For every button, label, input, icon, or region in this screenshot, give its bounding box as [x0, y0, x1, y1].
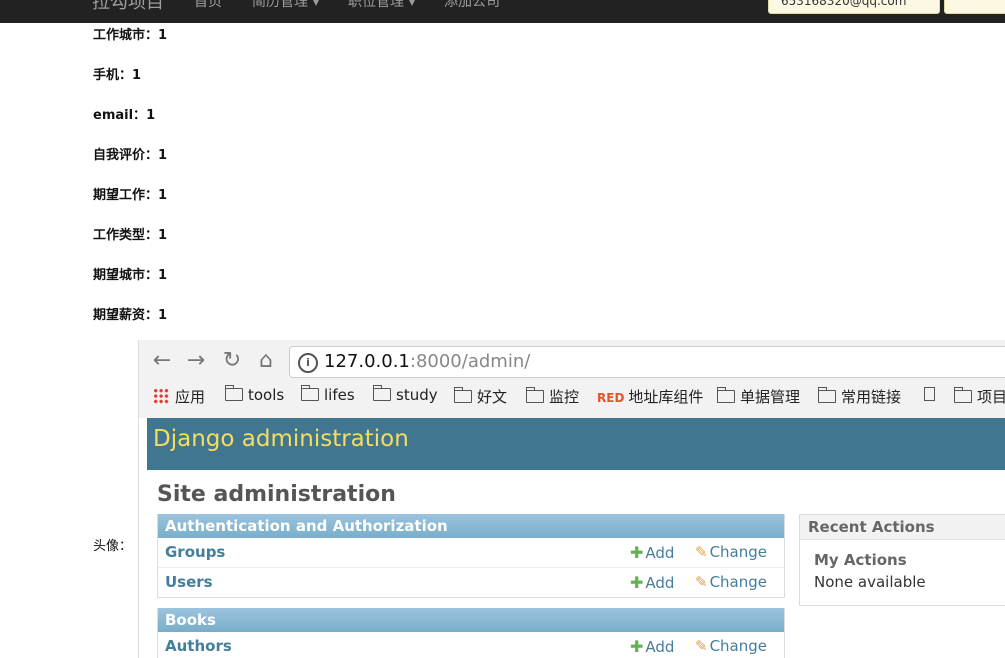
user-action-chip[interactable]	[944, 0, 1005, 14]
model-link-authors: Authors	[165, 637, 232, 655]
folder-icon	[453, 387, 472, 403]
profile-field: 期望工作：1	[93, 184, 167, 203]
bookmark-projects: 项目	[953, 386, 1005, 407]
model-link-users: Users	[165, 573, 213, 591]
nav-home[interactable]: 首页	[194, 0, 222, 11]
folder-icon	[817, 387, 836, 403]
add-link: ✚ Add	[630, 543, 675, 562]
page-icon	[924, 387, 935, 401]
bookmark-apps: 应用	[153, 386, 205, 407]
field-value: 1	[158, 188, 168, 203]
django-header: Django administration	[147, 418, 1005, 470]
address-bar: i 127.0.0.1:8000/admin/	[289, 346, 1005, 378]
folder-icon	[372, 385, 391, 401]
url-host: 127.0.0.1	[324, 351, 410, 372]
field-value: 1	[158, 148, 168, 163]
bookmark-study: study	[372, 385, 438, 404]
field-label: 期望薪资：	[93, 308, 159, 323]
nav-resume-menu[interactable]: 简历管理 ▾	[252, 0, 319, 11]
add-link: ✚ Add	[630, 573, 675, 592]
change-link: ✎ Change	[695, 637, 768, 655]
profile-field: email：1	[93, 104, 155, 123]
bookmark-links: 常用链接	[817, 386, 901, 407]
folder-icon	[953, 387, 972, 403]
module-caption: Books	[158, 608, 784, 632]
table-row: Authors ✚ Add ✎ Change	[158, 632, 784, 658]
plus-icon: ✚	[630, 637, 644, 656]
profile-field: 手机：1	[93, 64, 141, 83]
pencil-icon: ✎	[695, 543, 708, 561]
nav-jobs-menu[interactable]: 职位管理 ▾	[348, 0, 415, 11]
django-branding: Django administration	[153, 426, 409, 452]
home-icon: ⌂	[259, 348, 273, 373]
bookmark-articles: 好文	[453, 386, 507, 407]
field-label: 期望城市：	[93, 268, 159, 283]
field-value: 1	[158, 268, 168, 283]
field-label: 期望工作：	[93, 188, 159, 203]
field-value: 1	[132, 68, 142, 83]
profile-field: 工作城市：1	[93, 24, 167, 43]
pencil-icon: ✎	[695, 573, 708, 591]
bookmark-address-lib: RED 地址库组件	[597, 388, 704, 406]
folder-icon	[716, 387, 735, 403]
avatar-image: ← → ↻ ⌂ i 127.0.0.1:8000/admin/ 应用 tools…	[138, 340, 1005, 658]
module-auth: Authentication and Authorization Groups …	[157, 514, 785, 598]
change-link: ✎ Change	[695, 543, 768, 561]
recent-actions: Recent Actions My Actions None available	[799, 514, 1005, 606]
field-label: 工作类型：	[93, 228, 159, 243]
folder-icon	[224, 385, 243, 401]
model-link-groups: Groups	[165, 543, 226, 561]
field-value: 1	[158, 308, 168, 323]
user-email-chip[interactable]: 653168320@qq.com	[768, 0, 940, 14]
my-actions-heading: My Actions	[814, 551, 907, 569]
url-path: :8000/admin/	[409, 351, 531, 372]
bookmark-monitor: 监控	[525, 386, 579, 407]
profile-field: 期望薪资：1	[93, 304, 167, 323]
bookmark-page	[924, 386, 935, 404]
back-arrow-icon: ←	[152, 348, 172, 373]
forward-arrow-icon: →	[186, 348, 206, 373]
folder-icon	[300, 385, 319, 401]
bookmark-orders: 单据管理	[716, 386, 800, 407]
bookmark-tools: tools	[224, 385, 284, 404]
profile-field: 自我评价：1	[93, 144, 167, 163]
plus-icon: ✚	[630, 543, 644, 562]
browser-toolbar: ← → ↻ ⌂ i 127.0.0.1:8000/admin/ 应用 tools…	[139, 340, 1005, 418]
recent-actions-caption: Recent Actions	[800, 515, 1005, 540]
pencil-icon: ✎	[695, 637, 708, 655]
field-label: 自我评价：	[93, 148, 159, 163]
add-link: ✚ Add	[630, 637, 675, 656]
bookmarks-bar: 应用 tools lifes study 好文 监控 RED 地址库组件 单据管理…	[139, 384, 1005, 410]
field-value: 1	[146, 108, 156, 123]
profile-field: 期望城市：1	[93, 264, 167, 283]
field-label: email：	[93, 108, 147, 123]
field-label: 工作城市：	[93, 28, 159, 43]
reload-icon: ↻	[222, 348, 242, 373]
folder-icon	[525, 387, 544, 403]
no-actions-text: None available	[814, 573, 926, 591]
nav-add-company[interactable]: 添加公司	[444, 0, 500, 11]
apps-grid-icon	[153, 388, 169, 404]
bookmark-lifes: lifes	[300, 385, 355, 404]
field-label: 手机：	[93, 68, 133, 83]
field-value: 1	[158, 228, 168, 243]
brand-link[interactable]: 拉勾项目	[92, 0, 164, 14]
profile-field: 工作类型：1	[93, 224, 167, 243]
top-navbar: 拉勾项目 首页 简历管理 ▾ 职位管理 ▾ 添加公司 653168320@qq.…	[0, 0, 1005, 23]
avatar-label: 头像：	[93, 539, 133, 554]
plus-icon: ✚	[630, 573, 644, 592]
table-row: Users ✚ Add ✎ Change	[158, 568, 784, 597]
table-row: Groups ✚ Add ✎ Change	[158, 538, 784, 568]
info-icon: i	[298, 353, 318, 373]
module-caption: Authentication and Authorization	[158, 514, 784, 538]
site-title: Site administration	[157, 482, 396, 507]
change-link: ✎ Change	[695, 573, 768, 591]
module-books: Books Authors ✚ Add ✎ Change	[157, 608, 785, 658]
field-value: 1	[158, 28, 168, 43]
red-logo-icon: RED	[597, 391, 625, 405]
